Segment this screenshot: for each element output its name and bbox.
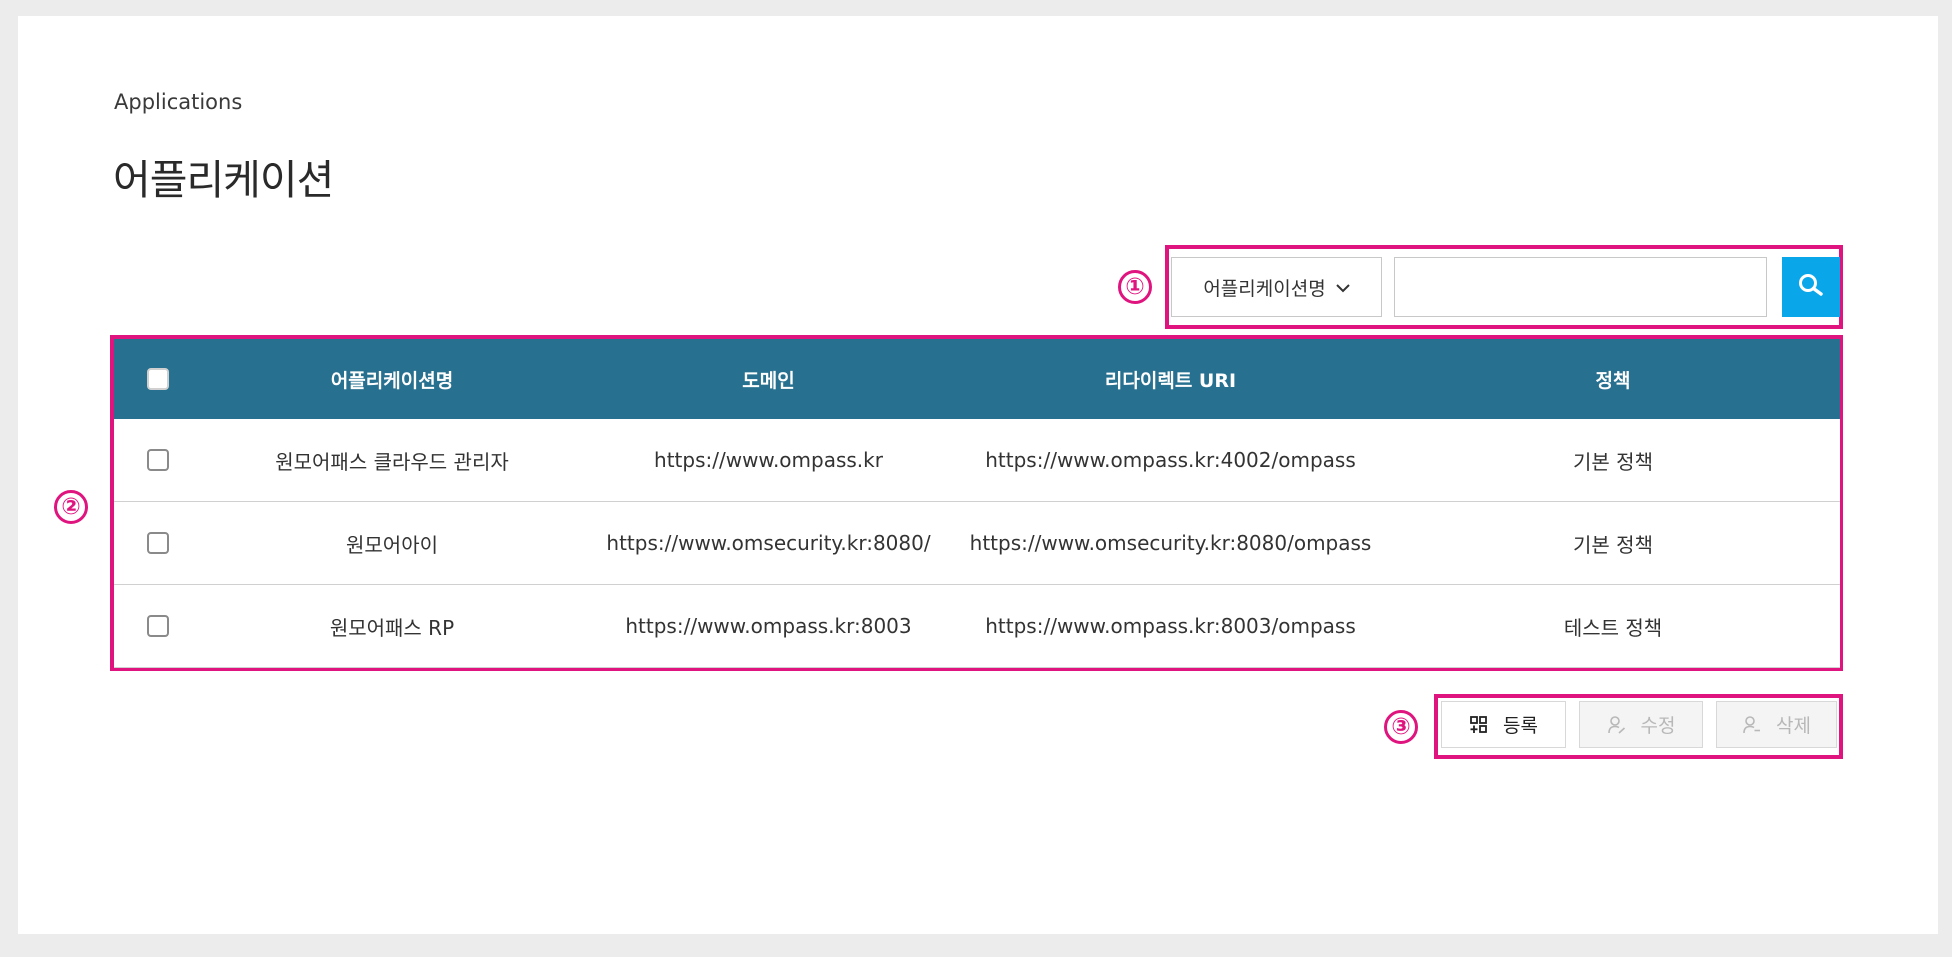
applications-table: 어플리케이션명 도메인 리다이렉트 URI 정책 원모어패스 클라우드 관리자 …	[114, 339, 1840, 668]
cell-domain: https://www.omsecurity.kr:8080/	[606, 531, 931, 555]
cell-policy: 기본 정책	[1573, 449, 1653, 474]
cell-redirect-uri: https://www.ompass.kr:4002/ompass	[985, 448, 1356, 472]
cell-redirect-uri: https://www.ompass.kr:8003/ompass	[985, 614, 1356, 638]
search-input[interactable]	[1394, 257, 1767, 317]
search-button[interactable]	[1782, 257, 1840, 317]
delete-button[interactable]: 삭제	[1716, 701, 1837, 748]
grid-add-icon	[1469, 715, 1489, 735]
cell-redirect-uri: https://www.omsecurity.kr:8080/ompass	[969, 531, 1372, 555]
edit-button[interactable]: 수정	[1579, 701, 1703, 748]
table-row[interactable]: 원모어아이 https://www.omsecurity.kr:8080/ ht…	[114, 502, 1840, 585]
annotation-marker-1: ①	[1118, 270, 1152, 304]
cell-policy: 기본 정책	[1573, 532, 1653, 557]
table-header: 어플리케이션명 도메인 리다이렉트 URI 정책	[114, 339, 1840, 419]
cell-name: 원모어패스 클라우드 관리자	[275, 449, 509, 474]
search-select-value: 어플리케이션명	[1203, 277, 1326, 300]
register-label: 등록	[1503, 715, 1538, 737]
cell-domain: https://www.ompass.kr	[654, 448, 883, 472]
page-title: 어플리케이션	[113, 156, 334, 204]
annotation-marker-3: ③	[1384, 710, 1418, 744]
edit-label: 수정	[1640, 715, 1676, 737]
column-header-name[interactable]: 어플리케이션명	[202, 366, 582, 393]
select-all-checkbox[interactable]	[147, 368, 169, 390]
cell-name: 원모어아이	[346, 532, 438, 557]
search-field-select[interactable]: 어플리케이션명	[1171, 257, 1382, 317]
cell-domain: https://www.ompass.kr:8003	[625, 614, 912, 638]
cell-policy: 테스트 정책	[1563, 615, 1663, 640]
column-header-domain[interactable]: 도메인	[582, 366, 955, 393]
row-checkbox[interactable]	[147, 449, 169, 471]
row-checkbox[interactable]	[147, 615, 169, 637]
chevron-down-icon	[1335, 278, 1350, 297]
user-edit-icon	[1607, 715, 1627, 735]
user-delete-icon	[1742, 715, 1762, 735]
table-row[interactable]: 원모어패스 RP https://www.ompass.kr:8003 http…	[114, 585, 1840, 668]
annotation-marker-2: ②	[54, 490, 88, 524]
delete-label: 삭제	[1776, 715, 1811, 737]
breadcrumb: Applications	[114, 90, 243, 114]
table-row[interactable]: 원모어패스 클라우드 관리자 https://www.ompass.kr htt…	[114, 419, 1840, 502]
column-header-policy[interactable]: 정책	[1386, 366, 1840, 393]
column-header-redirect-uri[interactable]: 리다이렉트 URI	[955, 366, 1386, 393]
register-button[interactable]: 등록	[1441, 701, 1566, 748]
cell-name: 원모어패스 RP	[329, 615, 455, 640]
row-checkbox[interactable]	[147, 532, 169, 554]
search-icon	[1796, 271, 1826, 304]
